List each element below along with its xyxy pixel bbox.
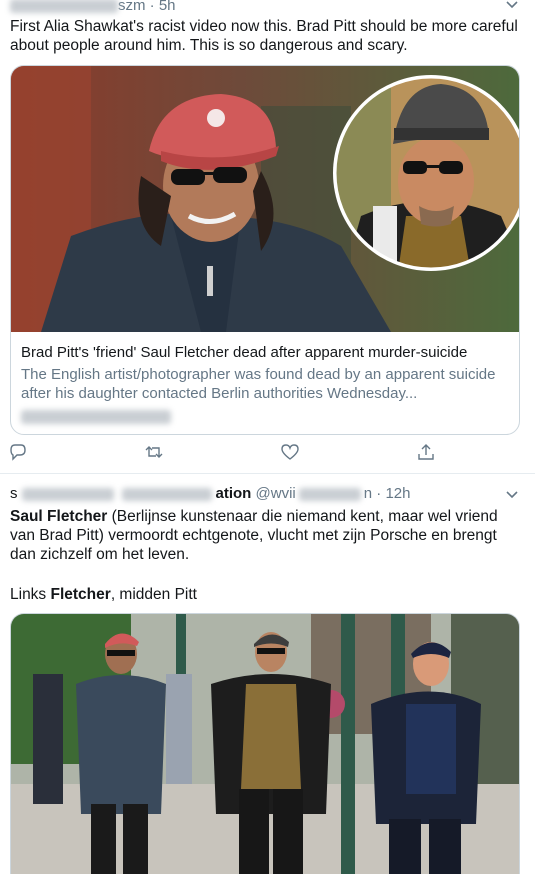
tweet-text: Saul Fletcher (Berlijnse kunstenaar die … [10,507,525,564]
tweet-time[interactable]: 5h [159,0,176,14]
caption-prefix: Links [10,586,51,603]
like-icon[interactable] [281,443,301,463]
card-title[interactable]: Brad Pitt's 'friend' Saul Fletcher dead … [21,344,516,361]
tweet-actions [0,443,535,465]
handle-end[interactable]: n [364,485,372,502]
blurred-name-part-2 [121,487,212,501]
chevron-down-icon[interactable] [505,0,519,12]
reply-icon[interactable] [9,443,29,463]
caption-suffix: , midden Pitt [110,586,197,603]
name-fragment[interactable]: s [10,485,18,502]
retweet-icon[interactable] [145,443,165,463]
chevron-down-icon[interactable] [505,488,519,502]
caption-name: Fletcher [50,586,111,603]
tweet-photo[interactable] [10,613,520,874]
card-description[interactable]: The English artist/photographer was foun… [21,365,516,403]
blurred-domain [21,409,171,424]
tweet-text: First Alia Shawkat's racist video now th… [10,18,518,54]
link-card[interactable]: Brad Pitt's 'friend' Saul Fletcher dead … [10,65,520,435]
tweet-2[interactable]: s ation @wvii n · 12h Saul Fletcher (Berli… [0,475,535,874]
handle-fragment[interactable]: @wvii [256,485,296,502]
card-image [11,66,519,332]
name-fragment-2[interactable]: ation [216,485,252,502]
handle-suffix[interactable]: szm [118,0,146,14]
tweet-header: s ation @wvii n · 12h [10,485,411,502]
tweet-1[interactable]: szm · 5h First Alia Shawkat's racist vid… [0,0,535,474]
mention-name: Saul Fletcher [10,508,108,525]
blurred-handle [298,487,361,501]
tweet-time[interactable]: 12h [385,485,410,502]
card-domain[interactable] [21,408,171,426]
tweet-caption: Links Fletcher, midden Pitt [10,585,525,604]
blurred-name [10,0,118,14]
blurred-name-part [21,487,114,501]
share-icon[interactable] [417,443,437,463]
tweet-header: szm · 5h [10,0,176,14]
